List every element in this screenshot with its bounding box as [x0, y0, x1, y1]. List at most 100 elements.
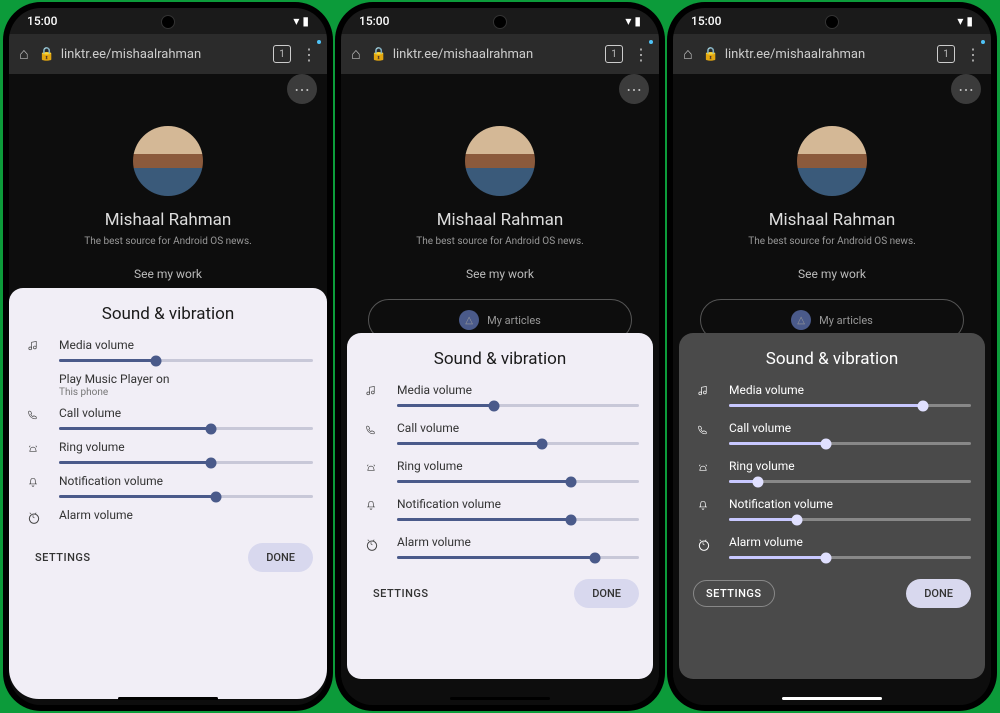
sound-vibration-panel: Sound & vibration Media volume Play Musi… [9, 288, 327, 699]
profile-name: Mishaal Rahman [769, 210, 896, 230]
address-bar[interactable]: ⌂ 🔒linktr.ee/mishaalrahman 1 ⋮ [673, 34, 991, 74]
ring-volume-row: Ring volume [693, 459, 971, 485]
slider-label: Alarm volume [59, 508, 313, 522]
profile-name: Mishaal Rahman [105, 210, 232, 230]
alarm-volume-slider[interactable] [729, 556, 971, 559]
tab-count[interactable]: 1 [273, 45, 291, 63]
notification-volume-slider[interactable] [397, 518, 639, 521]
wifi-icon: ▾ [957, 14, 963, 28]
alarm-icon [26, 510, 42, 526]
done-button[interactable]: DONE [248, 543, 313, 572]
done-button[interactable]: DONE [574, 579, 639, 608]
phone-icon [364, 423, 380, 439]
menu-icon[interactable]: ⋮ [633, 45, 649, 64]
alarm-volume-slider[interactable] [397, 556, 639, 559]
ring-volume-row: Ring volume [23, 440, 313, 466]
home-icon[interactable]: ⌂ [351, 44, 361, 64]
address-bar[interactable]: ⌂ 🔒 linktr.ee/mishaalrahman 1 ⋮ [341, 34, 659, 74]
profile-subtitle: The best source for Android OS news. [84, 236, 252, 247]
media-volume-slider[interactable] [729, 404, 971, 407]
settings-button[interactable]: SETTINGS [23, 545, 103, 570]
phone-icon [26, 408, 42, 424]
clock: 15:00 [691, 14, 721, 28]
ring-volume-slider[interactable] [59, 461, 313, 464]
wifi-icon: ▾ [625, 14, 631, 28]
call-volume-slider[interactable] [59, 427, 313, 430]
notification-volume-slider[interactable] [729, 518, 971, 521]
slider-label: Notification volume [397, 497, 639, 511]
notification-volume-row: Notification volume [693, 497, 971, 523]
battery-icon: ▮ [302, 14, 309, 28]
more-button[interactable]: ⋯ [619, 74, 649, 104]
tab-count[interactable]: 1 [605, 45, 623, 63]
see-work-link[interactable]: See my work [798, 267, 866, 281]
tab-count[interactable]: 1 [937, 45, 955, 63]
lock-icon: 🔒 [371, 47, 387, 62]
slider-label: Notification volume [729, 497, 971, 511]
avatar [133, 126, 203, 196]
see-work-link[interactable]: See my work [134, 267, 202, 281]
see-work-link[interactable]: See my work [466, 267, 534, 281]
call-volume-slider[interactable] [729, 442, 971, 445]
settings-button[interactable]: SETTINGS [693, 580, 775, 607]
battery-icon: ▮ [966, 14, 973, 28]
slider-label: Alarm volume [397, 535, 639, 549]
slider-label: Notification volume [59, 474, 313, 488]
camera-cutout [493, 15, 507, 29]
signal-dot [981, 40, 985, 44]
avatar [465, 126, 535, 196]
alarm-icon [696, 537, 712, 553]
slider-label: Ring volume [59, 440, 313, 454]
panel-title: Sound & vibration [679, 349, 985, 369]
home-icon[interactable]: ⌂ [19, 44, 29, 64]
signal-dot [317, 40, 321, 44]
media-volume-row: Media volume [693, 383, 971, 409]
call-volume-row: Call volume [693, 421, 971, 447]
music-icon [696, 385, 712, 401]
ring-icon [26, 442, 42, 458]
cast-target-row[interactable]: Play Music Player onThis phone [23, 372, 313, 398]
nav-bar[interactable] [450, 697, 550, 700]
done-button[interactable]: DONE [906, 579, 971, 608]
phone-frame: 15:00 ▾▮ ⌂ 🔒linktr.ee/mishaalrahman 1 ⋮ … [667, 2, 997, 711]
profile-content: ⋯ Mishaal Rahman The best source for And… [9, 74, 327, 293]
clock: 15:00 [359, 14, 389, 28]
more-button[interactable]: ⋯ [287, 74, 317, 104]
sound-vibration-panel: Sound & vibration Media volume Call volu… [679, 333, 985, 679]
nav-bar[interactable] [782, 697, 882, 700]
status-icons: ▾▮ [625, 14, 641, 28]
ring-volume-slider[interactable] [729, 480, 971, 483]
call-volume-slider[interactable] [397, 442, 639, 445]
ring-volume-slider[interactable] [397, 480, 639, 483]
music-icon [26, 340, 42, 356]
ring-icon [364, 461, 380, 477]
profile-subtitle: The best source for Android OS news. [416, 236, 584, 247]
profile-name: Mishaal Rahman [437, 210, 564, 230]
bell-icon [364, 499, 380, 515]
notification-volume-slider[interactable] [59, 495, 313, 498]
media-volume-slider[interactable] [59, 359, 313, 362]
clock: 15:00 [27, 14, 57, 28]
profile-content: ⋯ Mishaal Rahman The best source for And… [341, 74, 659, 353]
avatar [797, 126, 867, 196]
address-bar[interactable]: ⌂ 🔒linktr.ee/mishaalrahman 1 ⋮ [9, 34, 327, 74]
menu-icon[interactable]: ⋮ [965, 45, 981, 64]
panel-title: Sound & vibration [9, 304, 327, 324]
music-icon [364, 385, 380, 401]
profile-content: ⋯ Mishaal Rahman The best source for And… [673, 74, 991, 353]
alarm-volume-row: Alarm volume [23, 508, 313, 529]
home-icon[interactable]: ⌂ [683, 44, 693, 64]
slider-label: Ring volume [397, 459, 639, 473]
call-volume-row: Call volume [23, 406, 313, 432]
slider-label: Ring volume [729, 459, 971, 473]
camera-cutout [161, 15, 175, 29]
url-text: linktr.ee/mishaalrahman [393, 47, 533, 62]
more-button[interactable]: ⋯ [951, 74, 981, 104]
nav-bar[interactable] [118, 697, 218, 700]
menu-icon[interactable]: ⋮ [301, 45, 317, 64]
settings-button[interactable]: SETTINGS [361, 581, 441, 606]
media-volume-slider[interactable] [397, 404, 639, 407]
alarm-volume-row: Alarm volume [693, 535, 971, 561]
alarm-icon [364, 537, 380, 553]
bell-icon [26, 476, 42, 492]
